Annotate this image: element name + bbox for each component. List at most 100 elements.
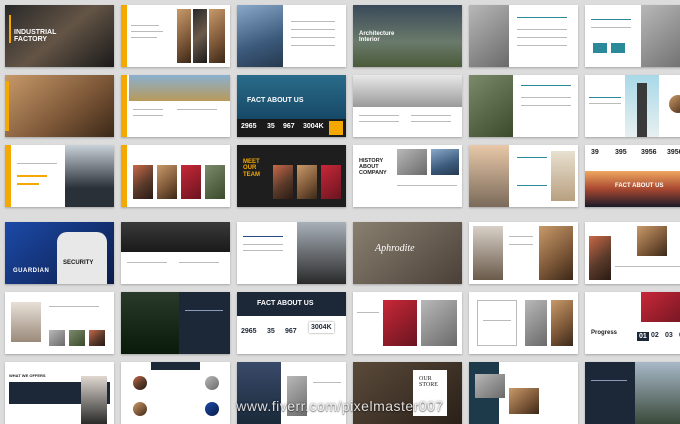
slide-title: OUR STORE [419,376,438,389]
frame-box [477,300,517,346]
text-line [521,97,571,98]
slide-heavy-truck[interactable] [121,75,230,137]
slide-fact-about-us-stats[interactable]: FACT ABOUT US 2965 35 967 3004K [237,292,346,354]
slide-photo [353,75,462,107]
accent-bar [5,145,11,207]
text-line [131,37,157,38]
slide-photo [421,300,457,346]
team-photo [205,165,225,199]
slide-aphrodite[interactable]: Aphrodite [353,222,462,284]
slide-building-features[interactable] [469,5,578,67]
accent-bar [121,5,127,67]
slide-team-members[interactable] [121,145,230,207]
progress-bar [17,183,39,185]
text-line [133,109,163,110]
text-line [357,312,379,313]
slide-fashion-info[interactable] [353,292,462,354]
text-line [185,310,223,311]
text-line [591,19,631,20]
text-line [411,121,451,122]
stat-value: 2965 [241,123,257,130]
slide-security-solution[interactable] [237,222,346,284]
slides-grid-bottom: SECURITY GUARDIAN Aphrodite FACT ABOUT U… [5,222,680,424]
slide-night-road[interactable] [121,292,230,354]
team-photo [273,165,293,199]
slide-company-intro[interactable] [121,5,230,67]
text-line [291,29,335,30]
slide-worker[interactable] [5,75,114,137]
slide-title: FACT ABOUT US [257,300,314,307]
slide-photo [65,145,114,207]
text-line [591,27,631,28]
text-line [291,45,335,46]
text-line [177,109,217,110]
slide-title: GUARDIAN [13,268,50,274]
progress-bar [17,175,47,177]
slide-about-company[interactable] [585,5,680,67]
slide-collection[interactable] [469,292,578,354]
slide-photo [469,75,513,137]
text-line [517,157,547,158]
slide-industrial-factory[interactable]: INDUSTRIAL FACTORY [5,5,114,67]
stat-box [611,43,625,53]
text-line [127,262,167,263]
slide-security-solutions[interactable] [5,292,114,354]
text-panel [179,292,230,354]
team-photo [297,165,317,199]
slide-photo [397,149,427,175]
text-line [521,85,571,86]
slide-glass-tower[interactable] [237,5,346,67]
slide-photo [641,5,680,67]
text-line [483,320,511,321]
slide-title: WHAT WE OFFERS [9,373,46,378]
slide-photo [129,75,230,101]
slide-photo [475,374,505,398]
thumb-photo [49,330,65,346]
text-line [517,17,567,18]
slide-arch-curves[interactable] [353,75,462,137]
slide-rain-vortex[interactable] [469,75,578,137]
slide-skyscraper[interactable] [585,75,680,137]
slide-photo [11,302,41,342]
accent-bar [121,145,127,207]
slide-fact-about-us-bridge[interactable]: 39 395 3956 39567 FACT ABOUT US [585,145,680,207]
thumb-photo [89,330,105,346]
stat-value: 3956 [641,149,657,156]
slide-apartment[interactable] [469,145,578,207]
slide-photo [297,222,346,284]
accent-bar [121,75,127,137]
round-photo [669,95,680,113]
slide-photo [551,151,575,201]
slide-about-our-company[interactable] [585,222,680,284]
slide-fact-about-us-ship[interactable]: FACT ABOUT US 2965 35 967 3004K [237,75,346,137]
slide-meet-our-team[interactable]: MEET OUR TEAM [237,145,346,207]
slide-photo [641,292,680,322]
slide-photo [551,300,573,346]
accent-bar [9,15,11,43]
slide-police-line[interactable] [121,222,230,284]
slide-photo [237,5,283,67]
stat-value: 39567 [667,149,680,156]
slide-architecture-interior[interactable]: Architecture Interior [353,5,462,67]
text-line [509,236,533,237]
slide-title: Progress [591,330,618,336]
slide-photo [121,292,179,354]
slide-photo [539,226,573,280]
team-photo [321,165,341,199]
avatar [133,376,147,390]
text-line [291,37,335,38]
slide-badge: SECURITY [63,260,94,266]
stat-value: 3004K [309,322,334,333]
slide-history-about-company[interactable]: HISTORY ABOUT COMPANY [353,145,462,207]
stat-value: 395 [615,149,627,156]
text-line [179,262,219,263]
slide-guardian[interactable]: SECURITY GUARDIAN [5,222,114,284]
slide-businessman[interactable] [5,145,114,207]
stat-value: 3004K [303,123,324,130]
text-line [517,185,547,186]
text-line [521,105,571,106]
slide-progress[interactable]: Progress 01 02 03 04 [585,292,680,354]
team-photo [133,165,153,199]
accent-box [329,121,343,135]
slide-history-fashion[interactable] [469,222,578,284]
